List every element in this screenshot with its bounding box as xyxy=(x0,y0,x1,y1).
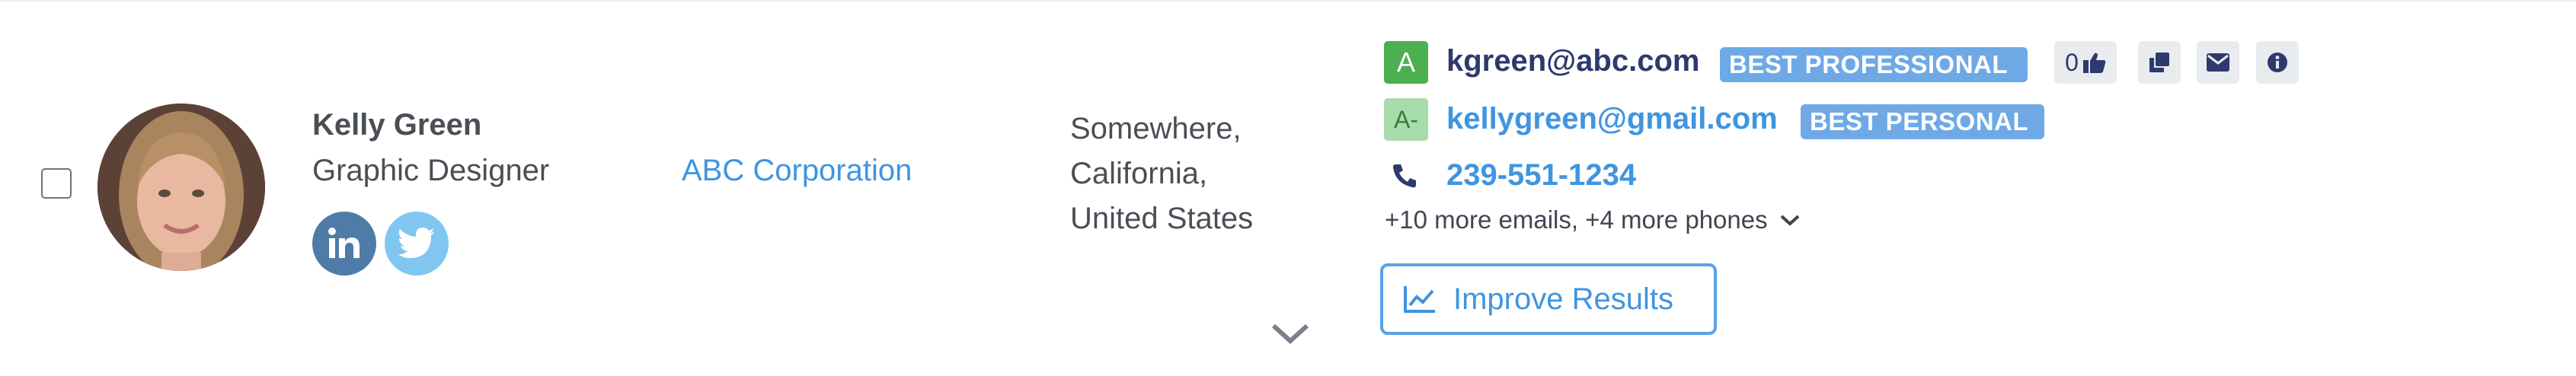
more-contacts-toggle[interactable]: +10 more emails, +4 more phones xyxy=(1385,206,1800,234)
address-line: Somewhere, xyxy=(1070,112,1242,145)
linkedin-icon xyxy=(328,228,360,258)
linkedin-button[interactable] xyxy=(312,212,376,276)
improve-results-label: Improve Results xyxy=(1453,282,1673,316)
mail-icon xyxy=(2207,53,2229,72)
expand-row-chevron-icon[interactable] xyxy=(1269,320,1312,347)
phone-link[interactable]: 239-551-1234 xyxy=(1446,158,1636,193)
contact-job-title: Graphic Designer xyxy=(312,154,550,187)
company-link[interactable]: ABC Corporation xyxy=(682,154,912,188)
email-link[interactable]: kellygreen@gmail.com xyxy=(1446,102,1778,136)
copy-icon xyxy=(2149,53,2169,72)
email-button[interactable] xyxy=(2197,41,2239,84)
contact-name: Kelly Green xyxy=(312,108,482,142)
best-professional-badge: BEST PROFESSIONAL xyxy=(1720,47,2028,82)
phone-icon xyxy=(1393,164,1416,188)
row-divider xyxy=(0,0,2576,2)
contact-address: Somewhere, California, United States xyxy=(1070,107,1253,241)
like-button[interactable]: 0 xyxy=(2054,41,2117,84)
improve-results-button[interactable]: Improve Results xyxy=(1380,263,1717,335)
thumbs-up-icon xyxy=(2082,53,2106,73)
info-icon xyxy=(2268,53,2287,72)
avatar xyxy=(97,104,265,271)
address-line: California, xyxy=(1070,157,1208,190)
chart-line-icon xyxy=(1404,286,1435,313)
copy-button[interactable] xyxy=(2138,41,2181,84)
best-personal-badge: BEST PERSONAL xyxy=(1801,104,2044,139)
email-grade-badge: A- xyxy=(1384,98,1428,141)
more-contacts-label: +10 more emails, +4 more phones xyxy=(1385,206,1768,234)
select-row-checkbox[interactable] xyxy=(41,168,72,199)
twitter-button[interactable] xyxy=(385,212,449,276)
email-grade-badge: A xyxy=(1384,41,1428,84)
twitter-icon xyxy=(398,228,435,258)
address-line: United States xyxy=(1070,202,1254,235)
info-button[interactable] xyxy=(2256,41,2299,84)
chevron-down-icon xyxy=(1780,215,1799,226)
like-count: 0 xyxy=(2065,48,2079,76)
email-link[interactable]: kgreen@abc.com xyxy=(1446,44,1699,78)
